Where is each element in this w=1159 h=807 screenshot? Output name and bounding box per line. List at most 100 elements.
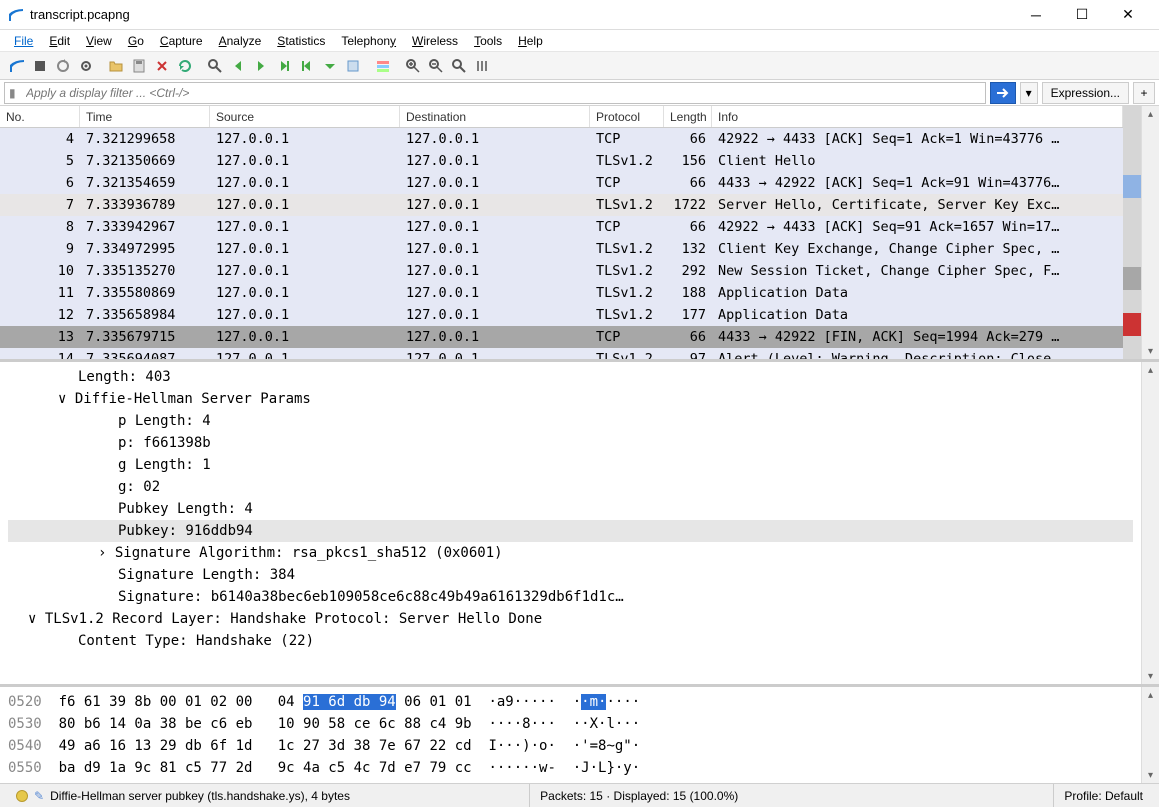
packet-row[interactable]: 107.335135270127.0.0.1127.0.0.1TLSv1.229… — [0, 260, 1123, 282]
packet-list-scrollbar[interactable]: ▴ ▾ — [1141, 106, 1159, 359]
packet-list-header[interactable]: No. Time Source Destination Protocol Len… — [0, 106, 1123, 128]
tree-line[interactable]: Content Type: Handshake (22) — [8, 630, 1133, 652]
scroll-up-icon[interactable]: ▴ — [1142, 362, 1159, 378]
hex-row[interactable]: 0550 ba d9 1a 9c 81 c5 77 2d 9c 4a c5 4c… — [8, 757, 1133, 779]
bookmark-icon: ▮ — [9, 86, 23, 100]
go-forward-icon[interactable] — [250, 55, 272, 77]
col-source[interactable]: Source — [210, 106, 400, 127]
hex-row[interactable]: 0520 f6 61 39 8b 00 01 02 00 04 91 6d db… — [8, 691, 1133, 713]
menu-file[interactable]: File — [6, 32, 41, 50]
col-info[interactable]: Info — [712, 106, 1123, 127]
packet-row[interactable]: 127.335658984127.0.0.1127.0.0.1TLSv1.217… — [0, 304, 1123, 326]
packet-row[interactable]: 57.321350669127.0.0.1127.0.0.1TLSv1.2156… — [0, 150, 1123, 172]
hex-scrollbar[interactable]: ▴ ▾ — [1141, 687, 1159, 783]
menu-telephony[interactable]: Telephony — [333, 32, 404, 50]
filterbar: ▮ ▾ Expression... + — [0, 80, 1159, 106]
reload-icon[interactable] — [174, 55, 196, 77]
hex-row[interactable]: 0530 80 b6 14 0a 38 be c6 eb 10 90 58 ce… — [8, 713, 1133, 735]
scroll-down-icon[interactable]: ▾ — [1142, 343, 1159, 359]
minimize-button[interactable]: ─ — [1013, 0, 1059, 30]
zoom-out-icon[interactable] — [425, 55, 447, 77]
expert-info-icon[interactable] — [16, 790, 28, 802]
go-first-icon[interactable] — [296, 55, 318, 77]
expression-button[interactable]: Expression... — [1042, 82, 1129, 104]
display-filter-input[interactable] — [26, 86, 981, 100]
go-last-icon[interactable] — [319, 55, 341, 77]
hex-row[interactable]: 0540 49 a6 16 13 29 db 6f 1d 1c 27 3d 38… — [8, 735, 1133, 757]
packet-row[interactable]: 77.333936789127.0.0.1127.0.0.1TLSv1.2172… — [0, 194, 1123, 216]
open-file-icon[interactable] — [105, 55, 127, 77]
menu-analyze[interactable]: Analyze — [211, 32, 270, 50]
go-to-packet-icon[interactable] — [273, 55, 295, 77]
toolbar — [0, 52, 1159, 80]
menu-capture[interactable]: Capture — [152, 32, 211, 50]
edit-icon[interactable]: ✎ — [34, 789, 44, 803]
find-icon[interactable] — [204, 55, 226, 77]
add-filter-button[interactable]: + — [1133, 82, 1155, 104]
tree-line[interactable]: › Signature Algorithm: rsa_pkcs1_sha512 … — [8, 542, 1133, 564]
scroll-down-icon[interactable]: ▾ — [1142, 668, 1159, 684]
scroll-up-icon[interactable]: ▴ — [1142, 106, 1159, 122]
close-button[interactable]: ✕ — [1105, 0, 1151, 30]
status-field-info: Diffie-Hellman server pubkey (tls.handsh… — [50, 789, 350, 803]
menu-view[interactable]: View — [78, 32, 120, 50]
col-time[interactable]: Time — [80, 106, 210, 127]
save-file-icon[interactable] — [128, 55, 150, 77]
tree-line[interactable]: p: f661398b — [8, 432, 1133, 454]
col-length[interactable]: Length — [664, 106, 712, 127]
maximize-button[interactable]: ☐ — [1059, 0, 1105, 30]
restart-capture-icon[interactable] — [52, 55, 74, 77]
zoom-in-icon[interactable] — [402, 55, 424, 77]
col-no[interactable]: No. — [0, 106, 80, 127]
menu-tools[interactable]: Tools — [466, 32, 510, 50]
status-packet-counts: Packets: 15 · Displayed: 15 (100.0%) — [529, 784, 1053, 807]
menu-edit[interactable]: Edit — [41, 32, 78, 50]
packet-details-pane: Length: 403∨ Diffie-Hellman Server Param… — [0, 362, 1159, 687]
tree-line[interactable]: Length: 403 — [8, 366, 1133, 388]
scroll-up-icon[interactable]: ▴ — [1142, 687, 1159, 703]
filter-history-dropdown[interactable]: ▾ — [1020, 82, 1038, 104]
packet-list-indicator — [1123, 106, 1141, 359]
tree-line[interactable]: ∨ TLSv1.2 Record Layer: Handshake Protoc… — [8, 608, 1133, 630]
apply-filter-button[interactable] — [990, 82, 1016, 104]
menu-statistics[interactable]: Statistics — [269, 32, 333, 50]
go-back-icon[interactable] — [227, 55, 249, 77]
tree-line[interactable]: g Length: 1 — [8, 454, 1133, 476]
status-profile[interactable]: Profile: Default — [1053, 784, 1153, 807]
packet-bytes-pane: 0520 f6 61 39 8b 00 01 02 00 04 91 6d db… — [0, 687, 1159, 783]
menu-go[interactable]: Go — [120, 32, 152, 50]
packet-row[interactable]: 87.333942967127.0.0.1127.0.0.1TCP6642922… — [0, 216, 1123, 238]
packet-row[interactable]: 97.334972995127.0.0.1127.0.0.1TLSv1.2132… — [0, 238, 1123, 260]
hex-view[interactable]: 0520 f6 61 39 8b 00 01 02 00 04 91 6d db… — [0, 687, 1141, 783]
close-file-icon[interactable] — [151, 55, 173, 77]
tree-line[interactable]: Signature: b6140a38bec6eb109058ce6c88c49… — [8, 586, 1133, 608]
scroll-down-icon[interactable]: ▾ — [1142, 767, 1159, 783]
tree-line[interactable]: Signature Length: 384 — [8, 564, 1133, 586]
packet-row[interactable]: 147.335694087127.0.0.1127.0.0.1TLSv1.297… — [0, 348, 1123, 359]
tree-line[interactable]: p Length: 4 — [8, 410, 1133, 432]
start-capture-icon[interactable] — [6, 55, 28, 77]
tree-line[interactable]: g: 02 — [8, 476, 1133, 498]
packet-row[interactable]: 137.335679715127.0.0.1127.0.0.1TCP664433… — [0, 326, 1123, 348]
col-protocol[interactable]: Protocol — [590, 106, 664, 127]
tree-line[interactable]: Pubkey: 916ddb94 — [8, 520, 1133, 542]
menu-help[interactable]: Help — [510, 32, 551, 50]
details-scrollbar[interactable]: ▴ ▾ — [1141, 362, 1159, 684]
display-filter-wrap[interactable]: ▮ — [4, 82, 986, 104]
capture-options-icon[interactable] — [75, 55, 97, 77]
tree-line[interactable]: Pubkey Length: 4 — [8, 498, 1133, 520]
zoom-reset-icon[interactable] — [448, 55, 470, 77]
menu-wireless[interactable]: Wireless — [404, 32, 466, 50]
col-destination[interactable]: Destination — [400, 106, 590, 127]
wireshark-fin-icon — [8, 7, 24, 23]
packet-row[interactable]: 67.321354659127.0.0.1127.0.0.1TCP664433 … — [0, 172, 1123, 194]
auto-scroll-icon[interactable] — [342, 55, 364, 77]
colorize-icon[interactable] — [372, 55, 394, 77]
packet-row[interactable]: 47.321299658127.0.0.1127.0.0.1TCP6642922… — [0, 128, 1123, 150]
packet-details-tree[interactable]: Length: 403∨ Diffie-Hellman Server Param… — [0, 362, 1141, 684]
resize-columns-icon[interactable] — [471, 55, 493, 77]
packet-row[interactable]: 117.335580869127.0.0.1127.0.0.1TLSv1.218… — [0, 282, 1123, 304]
tree-line[interactable]: ∨ Diffie-Hellman Server Params — [8, 388, 1133, 410]
stop-capture-icon[interactable] — [29, 55, 51, 77]
packet-list-rows[interactable]: 47.321299658127.0.0.1127.0.0.1TCP6642922… — [0, 128, 1123, 359]
